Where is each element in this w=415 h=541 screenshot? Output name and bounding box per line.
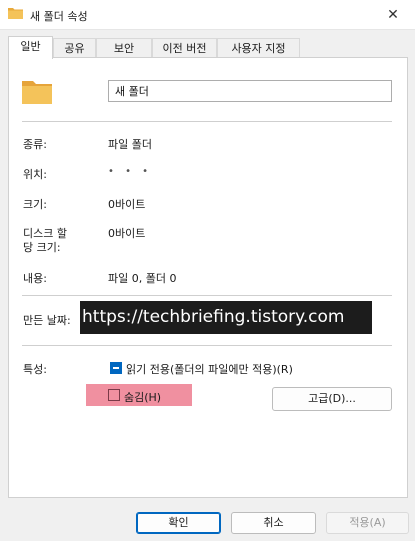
tab-sharing[interactable]: 공유 — [53, 38, 96, 58]
ok-button[interactable]: 확인 — [136, 512, 221, 534]
size-label: 크기: — [23, 198, 47, 211]
separator — [22, 121, 392, 122]
folder-name-field[interactable] — [108, 80, 392, 102]
attributes-label: 특성: — [23, 363, 47, 376]
hidden-label: 숨김(H) — [124, 391, 162, 404]
type-value: 파일 폴더 — [108, 138, 152, 151]
disk-size-value: 0바이트 — [108, 227, 146, 240]
close-button[interactable]: ✕ — [383, 5, 403, 25]
apply-button[interactable]: 적용(A) — [326, 512, 409, 534]
tab-security[interactable]: 보안 — [96, 38, 152, 58]
folder-icon-large — [22, 81, 52, 104]
tab-general[interactable]: 일반 — [8, 36, 53, 59]
hidden-checkbox[interactable] — [108, 389, 120, 401]
tab-previous-versions[interactable]: 이전 버전 — [152, 38, 217, 58]
window-title: 새 폴더 속성 — [30, 10, 88, 23]
contents-label: 내용: — [23, 272, 47, 285]
url-watermark: https://techbriefing.tistory.com — [80, 301, 372, 334]
tab-customize[interactable]: 사용자 지정 — [217, 38, 300, 58]
advanced-button[interactable]: 고급(D)... — [272, 387, 392, 411]
title-bar: 새 폴더 속성 ✕ — [0, 0, 415, 30]
folder-icon — [8, 8, 23, 19]
location-label: 위치: — [23, 168, 47, 181]
separator — [22, 345, 392, 346]
general-panel — [8, 57, 408, 498]
separator — [22, 295, 392, 296]
cancel-button[interactable]: 취소 — [231, 512, 316, 534]
contents-value: 파일 0, 폴더 0 — [108, 272, 177, 285]
disk-size-label-line2: 당 크기: — [23, 241, 61, 254]
size-value: 0바이트 — [108, 198, 146, 211]
readonly-checkbox[interactable] — [110, 362, 122, 374]
readonly-label: 읽기 전용(폴더의 파일에만 적용)(R) — [126, 363, 293, 376]
location-value: • • • — [108, 166, 153, 177]
type-label: 종류: — [23, 138, 47, 151]
created-label: 만든 날짜: — [23, 314, 71, 327]
